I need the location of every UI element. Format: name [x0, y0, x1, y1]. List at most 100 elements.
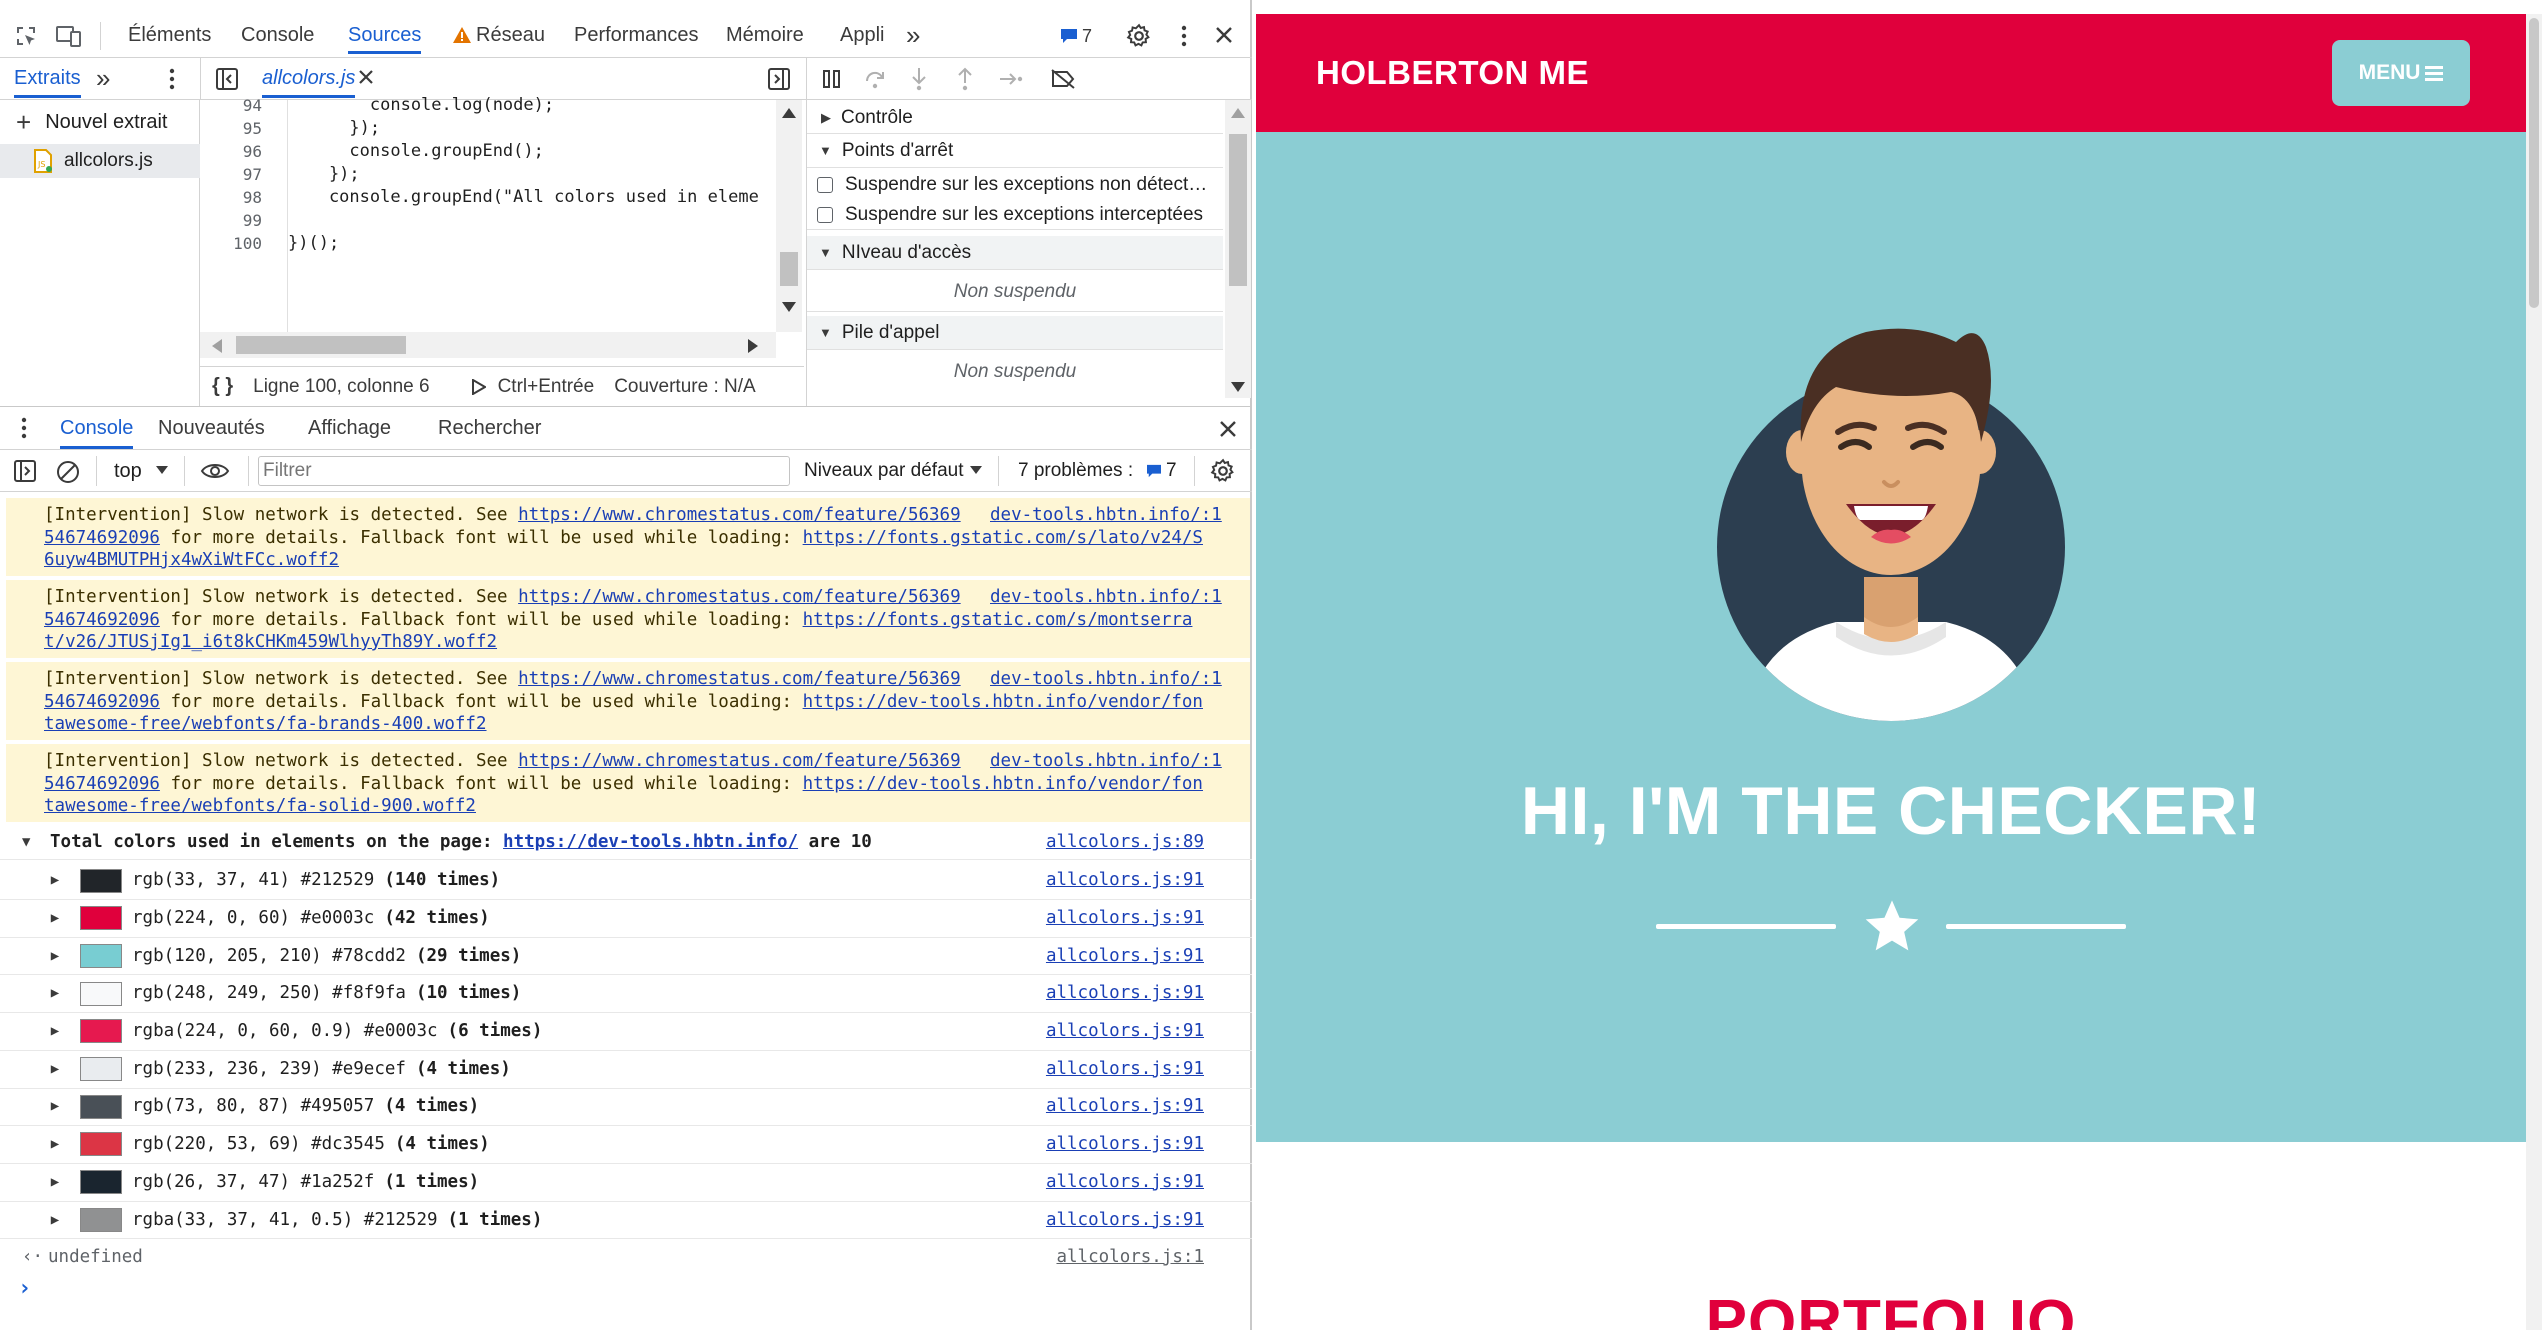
group-source-link[interactable]: allcolors.js:89 — [1046, 831, 1204, 854]
step-icon[interactable] — [998, 69, 1024, 89]
context-dropdown-icon[interactable] — [156, 466, 168, 474]
deactivate-breakpoints-icon[interactable] — [1050, 68, 1076, 90]
console-warning[interactable]: [Intervention] Slow network is detected.… — [6, 496, 1250, 576]
issues-count[interactable]: 7 — [1082, 26, 1092, 47]
snippet-file-item[interactable]: JS allcolors.js — [0, 144, 200, 178]
page-scroll-thumb[interactable] — [2529, 18, 2539, 308]
run-snippet-icon[interactable] — [471, 378, 486, 395]
editor-vertical-scrollbar[interactable] — [776, 100, 802, 332]
color-entry-row[interactable]: ▶ rgb(73, 80, 87) #495057 (4 times) allcolo… — [0, 1088, 1252, 1127]
more-tabs-icon[interactable]: » — [906, 20, 920, 51]
drawer-tab-console[interactable]: Console — [60, 417, 134, 449]
page-url-link[interactable]: https://dev-tools.hbtn.info/ — [503, 832, 798, 852]
tab-snippets[interactable]: Extraits — [14, 67, 81, 98]
device-toolbar-icon[interactable] — [54, 22, 84, 50]
problems-count[interactable]: 7 — [1166, 460, 1177, 482]
font-url-link[interactable]: https://dev-tools.hbtn.info/vendor/fon — [803, 692, 1203, 712]
collapsed-caret-icon[interactable]: ▶ — [40, 1095, 70, 1118]
inspect-element-icon[interactable] — [12, 22, 40, 50]
close-devtools-icon[interactable] — [1214, 25, 1234, 45]
console-warning[interactable]: [Intervention] Slow network is detected.… — [6, 660, 1250, 740]
tab-network[interactable]: Réseau — [476, 24, 545, 47]
pause-icon[interactable] — [822, 69, 842, 89]
tab-performance[interactable]: Performances — [574, 24, 699, 47]
chromestatus-link[interactable]: https://www.chromestatus.com/feature/563… — [518, 751, 961, 771]
problems-label[interactable]: 7 problèmes : — [1018, 460, 1133, 482]
debugger-scrollbar[interactable] — [1225, 100, 1251, 398]
levels-dropdown-icon[interactable] — [970, 466, 982, 474]
step-over-icon[interactable] — [864, 69, 888, 89]
font-url-link-cont[interactable]: tawesome-free/webfonts/fa-solid-900.woff… — [44, 796, 476, 816]
more-options-icon[interactable] — [1180, 24, 1188, 48]
code-line[interactable]: 98 console.groupEnd("All colors used in … — [200, 186, 780, 209]
problems-message-icon[interactable] — [1146, 464, 1162, 478]
warning-source-link[interactable]: dev-tools.hbtn.info/:1 — [990, 668, 1222, 691]
chromestatus-link[interactable]: https://www.chromestatus.com/feature/563… — [518, 505, 961, 525]
collapsed-caret-icon[interactable]: ▶ — [40, 1209, 70, 1232]
collapsed-caret-icon[interactable]: ▶ — [40, 1020, 70, 1043]
color-source-link[interactable]: allcolors.js:91 — [1046, 1095, 1204, 1118]
code-line[interactable]: 97 }); — [200, 163, 780, 186]
pause-caught-option[interactable]: Suspendre sur les exceptions interceptée… — [807, 200, 1223, 230]
color-entry-row[interactable]: ▶ rgba(224, 0, 60, 0.9) #e0003c (6 times) a… — [0, 1013, 1252, 1051]
chromestatus-link[interactable]: https://www.chromestatus.com/feature/563… — [518, 669, 961, 689]
warning-source-link-cont[interactable]: 54674692096 — [44, 692, 160, 712]
color-entry-row[interactable]: ▶ rgb(33, 37, 41) #212529 (140 times) allco… — [0, 862, 1252, 900]
issues-message-icon[interactable] — [1060, 28, 1078, 44]
drawer-tab-search[interactable]: Rechercher — [438, 417, 541, 440]
section-scope[interactable]: ▼ NIveau d'accès — [807, 236, 1223, 270]
color-source-link[interactable]: allcolors.js:91 — [1046, 907, 1204, 930]
pause-uncaught-option[interactable]: Suspendre sur les exceptions non détect… — [807, 170, 1223, 200]
color-source-link[interactable]: allcolors.js:91 — [1046, 1020, 1204, 1043]
context-selector[interactable]: top — [114, 460, 142, 483]
color-source-link[interactable]: allcolors.js:91 — [1046, 869, 1204, 892]
code-editor[interactable]: 94 console.log(node); 95 }); 96 console.gr… — [200, 95, 804, 368]
tab-memory[interactable]: Mémoire — [726, 24, 804, 47]
code-line[interactable]: 94 console.log(node); — [200, 94, 780, 117]
menu-button[interactable]: MENU — [2332, 40, 2470, 106]
log-levels-dropdown[interactable]: Niveaux par défaut — [804, 460, 964, 482]
color-source-link[interactable]: allcolors.js:91 — [1046, 1058, 1204, 1081]
expanded-caret-icon[interactable]: ▼ — [22, 831, 50, 854]
editor-horizontal-scrollbar[interactable] — [200, 332, 776, 358]
color-entry-row[interactable]: ▶ rgb(224, 0, 60) #e0003c (42 times) allcol… — [0, 900, 1252, 938]
collapsed-caret-icon[interactable]: ▶ — [40, 945, 70, 968]
code-line[interactable]: 100})(); — [200, 232, 780, 255]
site-brand[interactable]: HOLBERTON ME — [1316, 54, 1589, 92]
color-source-link[interactable]: allcolors.js:91 — [1046, 1133, 1204, 1156]
step-out-icon[interactable] — [956, 67, 974, 91]
code-line[interactable]: 96 console.groupEnd(); — [200, 140, 780, 163]
collapsed-caret-icon[interactable]: ▶ — [40, 982, 70, 1005]
warning-source-link-cont[interactable]: 54674692096 — [44, 774, 160, 794]
drawer-menu-icon[interactable] — [20, 417, 28, 439]
warning-source-link-cont[interactable]: 54674692096 — [44, 610, 160, 630]
page-vertical-scrollbar[interactable] — [2526, 14, 2542, 1330]
code-line[interactable]: 99 — [200, 209, 780, 232]
close-drawer-icon[interactable] — [1218, 419, 1238, 439]
navigator-more-icon[interactable] — [168, 68, 176, 90]
warning-source-link[interactable]: dev-tools.hbtn.info/:1 — [990, 750, 1222, 773]
pretty-print-icon[interactable]: { } — [212, 375, 233, 398]
color-entry-row[interactable]: ▶ rgb(26, 37, 47) #1a252f (1 times) allcolo… — [0, 1164, 1252, 1202]
tab-elements[interactable]: Éléments — [128, 24, 211, 47]
close-file-tab-icon[interactable] — [358, 69, 374, 85]
collapsed-caret-icon[interactable]: ▶ — [40, 869, 70, 892]
result-source-link[interactable]: allcolors.js:1 — [1056, 1246, 1204, 1269]
toggle-sidebar-icon[interactable] — [14, 460, 36, 482]
warning-source-link[interactable]: dev-tools.hbtn.info/:1 — [990, 504, 1222, 527]
color-source-link[interactable]: allcolors.js:91 — [1046, 945, 1204, 968]
toggle-debugger-icon[interactable] — [768, 68, 790, 90]
warning-source-link[interactable]: dev-tools.hbtn.info/:1 — [990, 586, 1222, 609]
font-url-link[interactable]: https://fonts.gstatic.com/s/montserra — [803, 610, 1193, 630]
tab-console[interactable]: Console — [241, 24, 314, 47]
console-prompt[interactable]: › — [0, 1275, 1252, 1303]
warning-source-link-cont[interactable]: 54674692096 — [44, 528, 160, 548]
collapsed-caret-icon[interactable]: ▶ — [40, 1133, 70, 1156]
pause-caught-checkbox[interactable] — [817, 206, 833, 223]
color-source-link[interactable]: allcolors.js:91 — [1046, 982, 1204, 1005]
console-settings-gear-icon[interactable] — [1210, 458, 1236, 484]
color-entry-row[interactable]: ▶ rgba(33, 37, 41, 0.5) #212529 (1 times) a… — [0, 1201, 1252, 1240]
toggle-navigator-icon[interactable] — [216, 68, 238, 90]
console-warning[interactable]: [Intervention] Slow network is detected.… — [6, 742, 1250, 822]
color-group-header[interactable]: ▼ Total colors used in elements on the pa… — [0, 826, 1252, 860]
